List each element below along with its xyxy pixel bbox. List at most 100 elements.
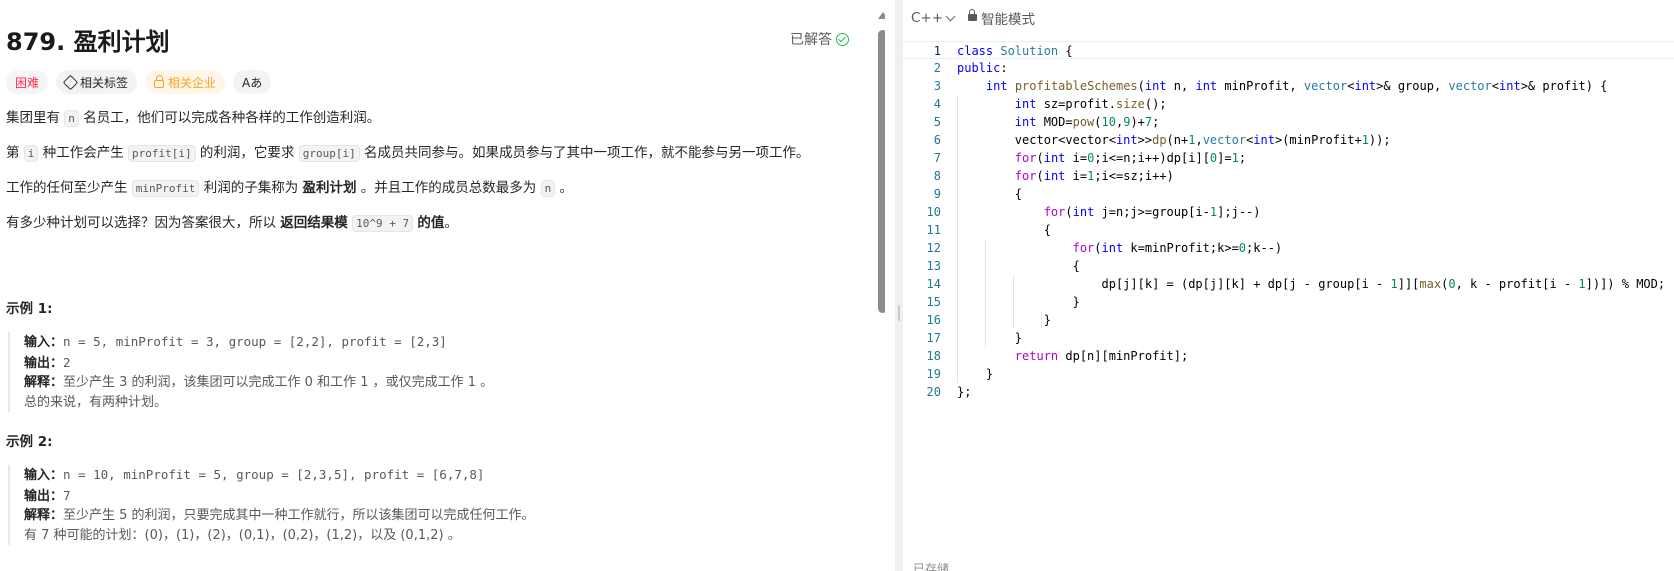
code-line: 14 dp[j][k] = (dp[j][k] + dp[j - group[i… <box>903 275 1674 293</box>
code-text: } <box>957 313 1051 327</box>
smart-mode-toggle[interactable]: 智能模式 <box>968 8 1035 28</box>
problem-title: 879. 盈利计划 <box>6 28 170 56</box>
code-text: class Solution { <box>957 44 1073 58</box>
code-text: } <box>957 295 1080 309</box>
inline-code: n <box>64 110 79 127</box>
line-number: 8 <box>933 169 941 183</box>
language-label: C++ <box>911 9 944 26</box>
drag-grip-icon[interactable] <box>898 305 900 321</box>
inline-code: n <box>540 180 556 197</box>
code-line: 4 int sz=profit.size(); <box>903 95 1674 113</box>
tag-icon <box>62 74 79 90</box>
inline-code: 10^9 + 7 <box>352 215 414 232</box>
line-number: 12 <box>926 241 941 255</box>
inline-code: profit[i] <box>128 145 196 162</box>
problem-panel: 879. 盈利计划 已解答 困难 相关标签 相关企业 Aあ 集团里有 n 名员工… <box>0 0 885 571</box>
explain-value: 至少产生 3 的利润，该集团可以完成工作 0 和工作 1 ，或仅完成工作 1 。 <box>63 375 494 390</box>
code-text: return dp[n][minProfit]; <box>1014 349 1189 363</box>
line-number: 16 <box>926 313 941 327</box>
code-text: { <box>957 259 1080 273</box>
line-number: 13 <box>926 259 941 273</box>
example-1-title: 示例 1: <box>6 301 53 317</box>
solved-status[interactable]: 已解答 <box>790 29 849 49</box>
line-number: 18 <box>926 349 941 363</box>
code-line: 11 { <box>903 221 1674 239</box>
line-number: 7 <box>933 151 941 165</box>
inline-code: group[i] <box>298 145 360 162</box>
example-2-block: 输入：n = 10, minProfit = 5, group = [2,3,5… <box>8 465 535 545</box>
explain-extra: 总的来说，有两种计划。 <box>24 394 168 410</box>
code-line: 18 return dp[n][minProfit]; <box>903 347 1674 365</box>
check-circle-icon <box>836 32 849 46</box>
code-text: }; <box>957 385 972 399</box>
explain-extra: 有 7 种可能的计划：(0)，(1)，(2)，(0,1)，(0,2)，(1,2)… <box>24 527 461 543</box>
difficulty-badge: 困难 <box>6 70 49 94</box>
line-number: 17 <box>926 331 941 345</box>
code-text: for(int j=n;j>=group[i-1];j--) <box>1043 205 1261 219</box>
text: 。 <box>559 180 574 196</box>
code-line: 9 { <box>903 185 1674 203</box>
panel-resize-handle[interactable] <box>895 0 903 571</box>
related-tags-label: 相关标签 <box>80 75 129 90</box>
input-label: 输入： <box>24 335 64 350</box>
code-text: for(int k=minProfit;k>=0;k--) <box>1072 241 1283 255</box>
input-value: n = 10, minProfit = 5, group = [2,3,5], … <box>63 467 485 482</box>
code-editor[interactable]: 1 class Solution { 2 public: 3 int profita… <box>903 41 1674 401</box>
code-text: for(int i=0;i<=n;i++)dp[i][0]=1; <box>1014 151 1247 165</box>
code-text: { <box>957 187 1023 201</box>
line-number: 19 <box>926 367 941 381</box>
code-line: 13 { <box>903 257 1674 275</box>
code-line: 3 int profitableSchemes(int n, int minPr… <box>903 77 1674 95</box>
text: 的利润，它要求 <box>199 145 295 161</box>
code-line: 20}; <box>903 383 1674 401</box>
code-line: 15 } <box>903 293 1674 311</box>
solved-label: 已解答 <box>790 32 832 48</box>
bold-text: 盈利计划 <box>302 180 357 196</box>
line-number: 20 <box>926 385 941 399</box>
text: 有多少种计划可以选择？因为答案很大，所以 <box>6 215 276 231</box>
text: 集团里有 <box>6 110 60 126</box>
line-number: 14 <box>926 277 941 291</box>
text: 。 <box>444 215 458 231</box>
text: 第 <box>6 145 20 161</box>
code-line: 2 public: <box>903 59 1674 77</box>
code-line: 10 for(int j=n;j>=group[i-1];j--) <box>903 203 1674 221</box>
tag-bar: 困难 相关标签 相关企业 Aあ <box>6 70 272 94</box>
line-number: 1 <box>933 44 941 58</box>
example-2-title: 示例 2: <box>6 434 53 450</box>
font-toggle-button[interactable]: Aあ <box>233 70 272 94</box>
lock-icon <box>154 74 165 88</box>
code-text: for(int i=1;i<=sz;i++) <box>1014 169 1174 183</box>
line-number: 10 <box>926 205 941 219</box>
line-number: 4 <box>933 97 941 111</box>
code-text: { <box>957 223 1051 237</box>
text: 工作的任何至少产生 <box>6 180 128 196</box>
input-label: 输入： <box>24 468 64 483</box>
text: 名成员共同参与。如果成员参与了其中一项工作，就不能参与另一项工作。 <box>364 145 810 161</box>
code-line: 7 for(int i=0;i<=n;i++)dp[i][0]=1; <box>903 149 1674 167</box>
text: 。并且工作的成员总数最多为 <box>360 180 537 196</box>
scroll-up-arrow-icon[interactable] <box>878 12 885 19</box>
language-select[interactable]: C++ <box>911 9 956 26</box>
scrollbar-thumb[interactable] <box>878 30 885 313</box>
text: 名员工，他们可以完成各种各样的工作创造利润。 <box>83 110 381 126</box>
line-number: 3 <box>933 79 941 93</box>
code-text: int sz=profit.size(); <box>1014 97 1167 111</box>
line-number: 11 <box>926 223 941 237</box>
code-line: 12 for(int k=minProfit;k>=0;k--) <box>903 239 1674 257</box>
editor-panel: C++ 智能模式 1 class Solution { 2 public: 3 in… <box>903 0 1674 571</box>
output-value: 7 <box>63 487 71 503</box>
output-value: 2 <box>63 354 71 370</box>
related-tags-button[interactable]: 相关标签 <box>56 70 138 94</box>
explain-label: 解释： <box>24 508 64 523</box>
example-1-block: 输入：n = 5, minProfit = 3, group = [2,2], … <box>8 332 493 412</box>
code-text: } <box>957 367 994 381</box>
output-label: 输出： <box>24 488 64 504</box>
description-paragraph-4: 有多少种计划可以选择？因为答案很大，所以 返回结果模 10^9 + 7 的值。 <box>6 211 458 232</box>
code-text: int profitableSchemes(int n, int minProf… <box>985 79 1608 93</box>
related-companies-button[interactable]: 相关企业 <box>145 70 226 94</box>
text: 利润的子集称为 <box>203 180 299 196</box>
line-number: 5 <box>933 115 941 129</box>
text: 种工作会产生 <box>42 145 124 161</box>
smart-mode-label: 智能模式 <box>981 11 1036 28</box>
